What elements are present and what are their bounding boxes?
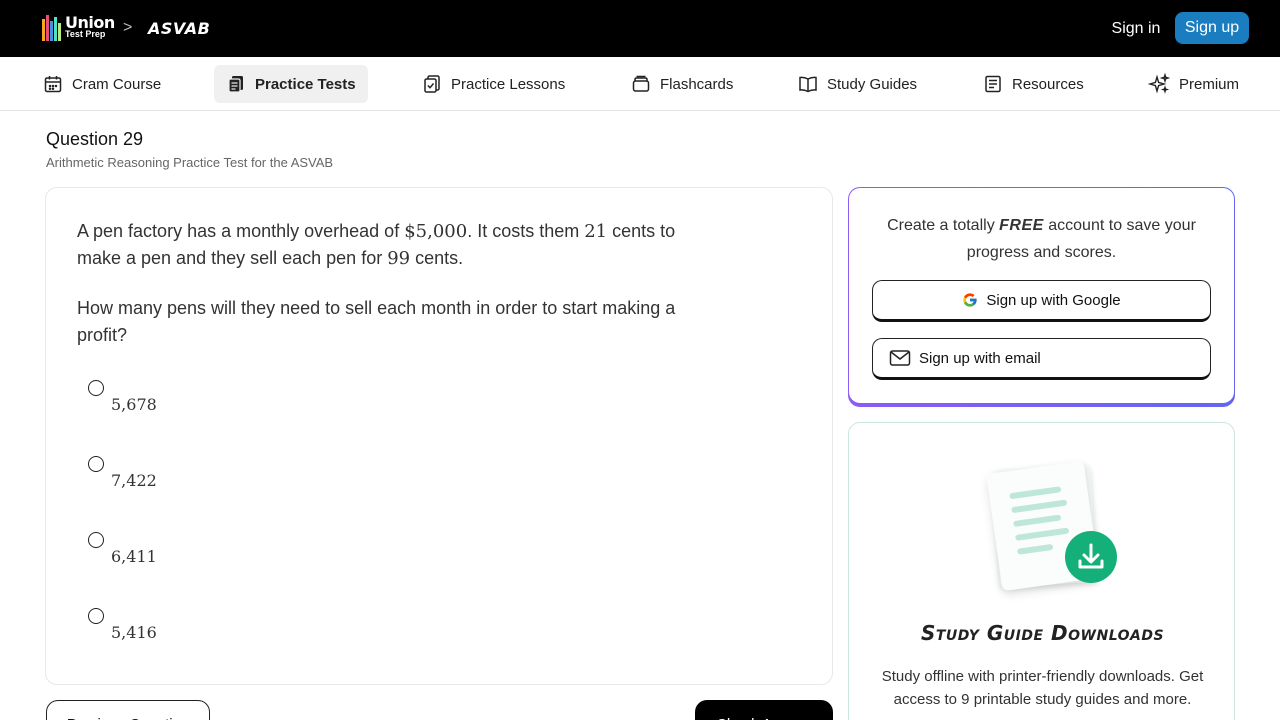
q-text-part: . It costs them — [467, 221, 585, 241]
sign-up-button[interactable]: Sign up — [1175, 12, 1249, 44]
doc-line — [1014, 527, 1070, 541]
question-text: A pen factory has a monthly overhead of … — [77, 218, 707, 372]
logo-text: Union Test Prep — [65, 12, 115, 40]
mail-icon — [889, 350, 911, 366]
logo-line1: Union — [65, 12, 115, 32]
question-subtitle: Arithmetic Reasoning Practice Test for t… — [46, 155, 334, 170]
doc-line — [1016, 543, 1054, 555]
nav-label-practice-lessons: Practice Lessons — [451, 75, 566, 93]
google-signup-label: Sign up with Google — [986, 291, 1121, 309]
answer-option-4[interactable]: 5,416 — [88, 608, 288, 658]
q-math-price: 99 — [387, 248, 411, 269]
nav-item-flashcards[interactable]: Flashcards — [619, 65, 745, 103]
nav-item-study-guides[interactable]: Study Guides — [786, 65, 929, 103]
radio-button[interactable] — [88, 608, 104, 624]
answer-option-1[interactable]: 5,678 — [88, 380, 288, 430]
top-bar: Union Test Prep > ASVAB Sign in Sign up — [0, 0, 1280, 57]
study-guide-description: Study offline with printer-friendly down… — [881, 668, 1204, 708]
q-text-part: A pen factory has a monthly overhead of — [77, 221, 405, 241]
question-paragraph-1: A pen factory has a monthly overhead of … — [77, 218, 707, 272]
check-answer-button[interactable]: Check Answer — [695, 700, 833, 720]
signup-card-body: Create a totally FREE account to save yo… — [849, 188, 1234, 403]
breadcrumb-separator-icon: > — [123, 19, 133, 36]
q-math-overhead: $5,000 — [404, 221, 468, 242]
email-signup-label: Sign up with email — [919, 349, 1041, 367]
previous-question-button[interactable]: Previous Question — [46, 700, 210, 720]
cards-icon — [632, 75, 650, 92]
document-list-icon — [985, 75, 1001, 93]
q-text-part: cents. — [410, 248, 464, 268]
breadcrumb-asvab[interactable]: ASVAB — [148, 19, 210, 38]
book-open-icon — [799, 76, 817, 93]
nav-label-cram-course: Cram Course — [72, 75, 162, 93]
radio-button[interactable] — [88, 456, 104, 472]
answer-option-2[interactable]: 7,422 — [88, 456, 288, 506]
practice-tests-icon — [228, 76, 243, 93]
nav-item-cram-course[interactable]: Cram Course — [31, 65, 173, 103]
doc-line — [1011, 499, 1068, 514]
study-guide-card: Study Guide Downloads Study offline with… — [848, 422, 1235, 720]
answer-option-label: 5,678 — [111, 395, 157, 414]
sign-in-button[interactable]: Sign in — [1104, 14, 1168, 44]
nav-label-premium: Premium — [1179, 75, 1240, 93]
nav-item-practice-tests[interactable]: Practice Tests — [214, 65, 368, 103]
doc-line — [1009, 486, 1062, 500]
signup-card: Create a totally FREE account to save yo… — [848, 187, 1235, 407]
union-test-prep-logo[interactable]: Union Test Prep — [42, 14, 115, 42]
google-signup-button[interactable]: Sign up with Google — [872, 280, 1211, 322]
nav-label-practice-tests: Practice Tests — [255, 75, 356, 93]
answer-option-label: 5,416 — [111, 623, 157, 642]
free-emphasis: FREE — [999, 217, 1044, 234]
doc-line — [1013, 514, 1062, 528]
email-signup-button[interactable]: Sign up with email — [872, 338, 1211, 380]
answer-option-3[interactable]: 6,411 — [88, 532, 288, 582]
google-icon — [963, 293, 978, 307]
nav-item-resources[interactable]: Resources — [971, 65, 1096, 103]
question-title: Question 29 — [46, 129, 144, 149]
radio-button[interactable] — [88, 532, 104, 548]
answer-option-label: 7,422 — [111, 471, 157, 490]
question-paragraph-2: How many pens will they need to sell eac… — [77, 298, 676, 345]
radio-button[interactable] — [88, 380, 104, 396]
nav-item-premium[interactable]: Premium — [1136, 65, 1251, 103]
nav-item-practice-lessons[interactable]: Practice Lessons — [410, 65, 577, 103]
nav-label-flashcards: Flashcards — [660, 75, 734, 93]
answer-option-label: 6,411 — [111, 547, 157, 566]
nav-label-resources: Resources — [1012, 75, 1084, 93]
question-card: A pen factory has a monthly overhead of … — [45, 187, 833, 685]
signup-message: Create a totally FREE account to save yo… — [863, 212, 1220, 266]
nav-label-study-guides: Study Guides — [827, 75, 918, 93]
sparkles-icon — [1148, 73, 1170, 94]
main-nav: Cram Course Practice Tests Practice Less… — [0, 57, 1280, 111]
signup-msg-part: Create a totally — [887, 217, 1000, 234]
study-guide-title: Study Guide Downloads — [920, 621, 1165, 645]
calendar-icon — [44, 76, 62, 93]
clipboard-check-icon — [424, 75, 440, 93]
q-math-cost: 21 — [584, 221, 608, 242]
logo-bars-icon — [42, 15, 61, 41]
download-icon — [1065, 531, 1117, 583]
